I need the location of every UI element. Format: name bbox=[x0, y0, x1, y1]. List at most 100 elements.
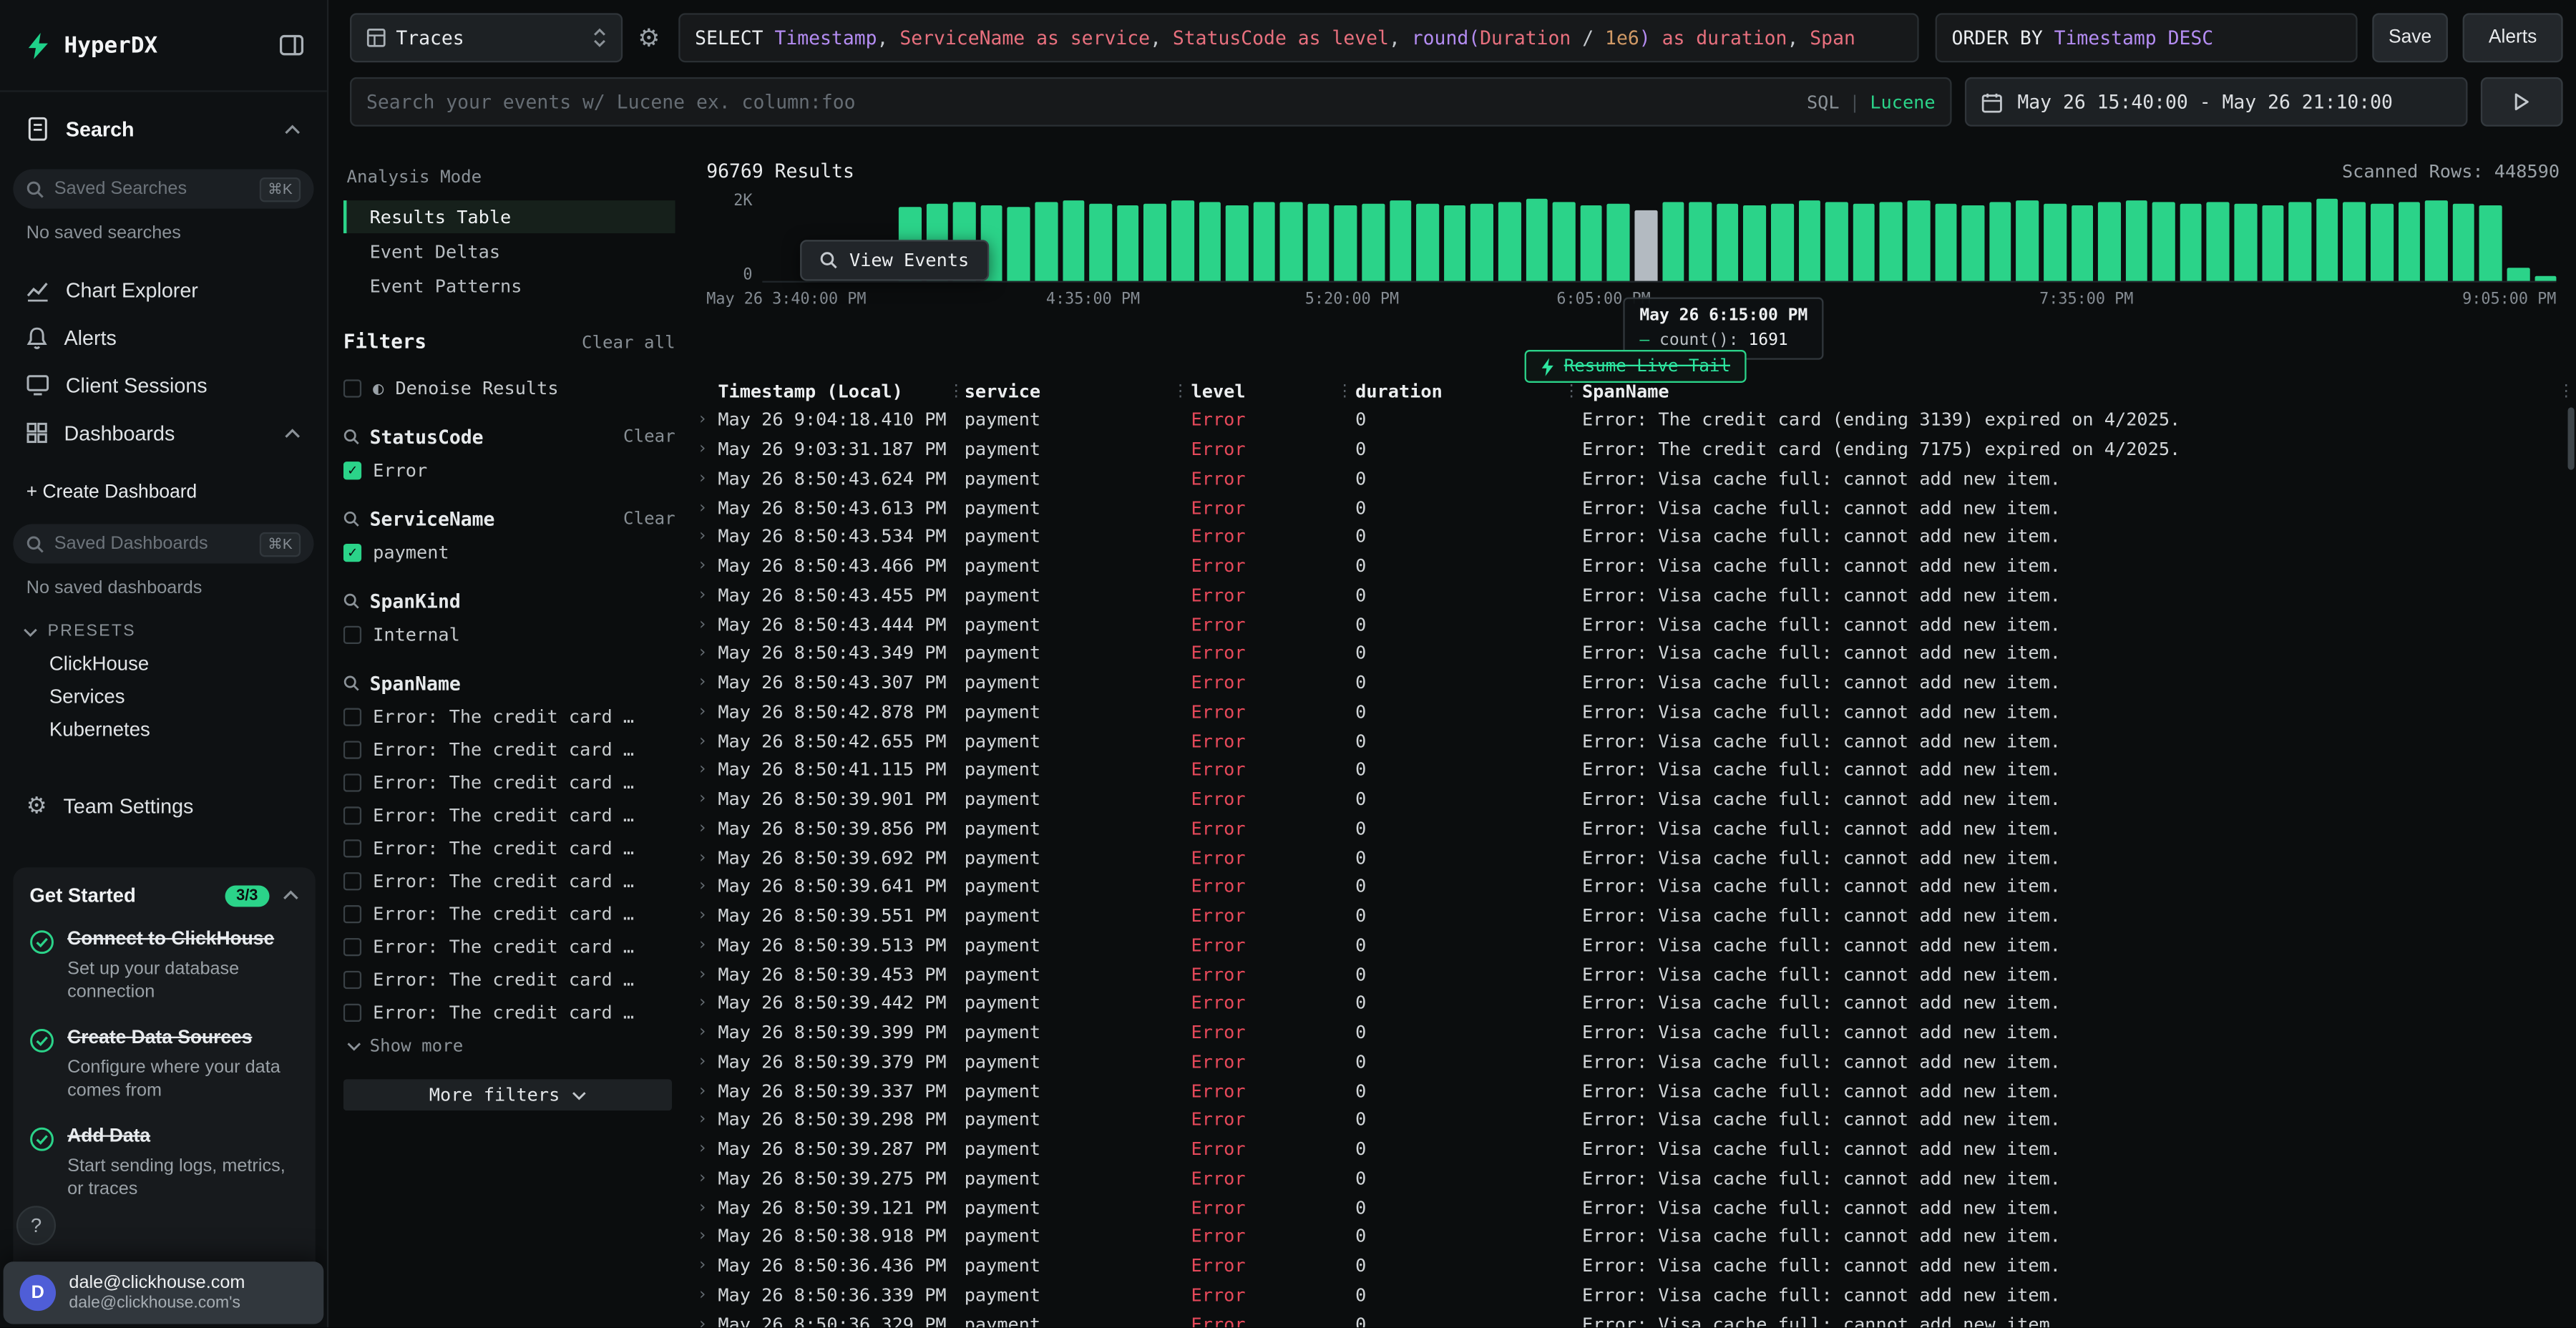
analysis-mode-tab[interactable]: Event Deltas bbox=[343, 235, 675, 268]
checkbox-icon[interactable] bbox=[343, 773, 361, 791]
row-expand-chevron-icon[interactable]: › bbox=[687, 441, 718, 459]
checkbox-icon[interactable] bbox=[343, 839, 361, 857]
histogram-bar[interactable] bbox=[2534, 276, 2557, 281]
checkbox-icon[interactable] bbox=[343, 905, 361, 923]
filter-option[interactable]: Error: The credit card … bbox=[343, 772, 675, 794]
histogram-bar[interactable] bbox=[1307, 204, 1330, 280]
histogram-bar[interactable] bbox=[2507, 268, 2529, 280]
row-expand-chevron-icon[interactable]: › bbox=[687, 703, 718, 721]
language-lucene-toggle[interactable]: Lucene bbox=[1870, 91, 1935, 112]
column-header-level[interactable]: level bbox=[1191, 381, 1335, 403]
row-expand-chevron-icon[interactable]: › bbox=[687, 965, 718, 983]
table-row[interactable]: ›May 26 8:50:41.115 PMpaymentError0Error… bbox=[687, 756, 2576, 785]
table-row[interactable]: ›May 26 9:03:31.187 PMpaymentError0Error… bbox=[687, 435, 2576, 464]
histogram-bar[interactable] bbox=[2452, 203, 2474, 280]
table-row[interactable]: ›May 26 8:50:43.307 PMpaymentError0Error… bbox=[687, 668, 2576, 698]
table-row[interactable]: ›May 26 8:50:42.655 PMpaymentError0Error… bbox=[687, 726, 2576, 756]
histogram-bar[interactable] bbox=[1498, 202, 1521, 281]
source-settings-gear-icon[interactable]: ⚙ bbox=[634, 23, 663, 52]
row-expand-chevron-icon[interactable]: › bbox=[687, 1053, 718, 1070]
histogram-bar[interactable] bbox=[1962, 205, 1984, 281]
histogram-bar[interactable] bbox=[1035, 202, 1057, 281]
row-expand-chevron-icon[interactable]: › bbox=[687, 849, 718, 866]
language-sql-toggle[interactable]: SQL bbox=[1807, 91, 1840, 112]
sidebar-collapse-icon[interactable] bbox=[279, 34, 303, 56]
filter-option[interactable]: ✓Error bbox=[343, 460, 675, 482]
filter-option[interactable]: Error: The credit card … bbox=[343, 1002, 675, 1024]
row-expand-chevron-icon[interactable]: › bbox=[687, 1141, 718, 1158]
column-header-duration[interactable]: duration bbox=[1355, 381, 1561, 403]
column-resize-handle[interactable]: ⋮ bbox=[948, 383, 965, 401]
histogram-bar[interactable] bbox=[2262, 205, 2284, 281]
source-select[interactable]: Traces bbox=[350, 13, 623, 62]
filter-option[interactable]: Error: The credit card … bbox=[343, 970, 675, 991]
histogram-bar[interactable] bbox=[1471, 204, 1493, 281]
histogram-bar[interactable] bbox=[2180, 204, 2202, 281]
row-expand-chevron-icon[interactable]: › bbox=[687, 907, 718, 925]
filter-option[interactable]: Error: The credit card … bbox=[343, 838, 675, 859]
saved-dashboards-input[interactable] bbox=[54, 534, 250, 554]
sidebar-item-search[interactable]: Search bbox=[0, 105, 327, 153]
column-header-timestamp[interactable]: Timestamp (Local) bbox=[718, 381, 947, 403]
analysis-mode-tab[interactable]: Event Patterns bbox=[343, 270, 675, 303]
table-row[interactable]: ›May 26 8:50:39.513 PMpaymentError0Error… bbox=[687, 931, 2576, 960]
table-row[interactable]: ›May 26 8:50:43.613 PMpaymentError0Error… bbox=[687, 493, 2576, 522]
histogram-plot[interactable] bbox=[762, 197, 2556, 283]
histogram-bar[interactable] bbox=[2044, 203, 2066, 280]
row-expand-chevron-icon[interactable]: › bbox=[687, 586, 718, 604]
checkbox-icon[interactable] bbox=[343, 971, 361, 989]
table-row[interactable]: ›May 26 8:50:43.349 PMpaymentError0Error… bbox=[687, 639, 2576, 668]
event-search-bar[interactable]: SQL | Lucene bbox=[350, 77, 1952, 127]
histogram-bar[interactable] bbox=[1062, 200, 1084, 281]
table-row[interactable]: ›May 26 9:04:18.410 PMpaymentError0Error… bbox=[687, 406, 2576, 435]
table-row[interactable]: ›May 26 8:50:43.444 PMpaymentError0Error… bbox=[687, 610, 2576, 639]
histogram-bar[interactable] bbox=[2371, 204, 2393, 280]
table-row[interactable]: ›May 26 8:50:39.337 PMpaymentError0Error… bbox=[687, 1076, 2576, 1105]
row-expand-chevron-icon[interactable]: › bbox=[687, 1257, 718, 1275]
table-row[interactable]: ›May 26 8:50:43.534 PMpaymentError0Error… bbox=[687, 522, 2576, 552]
table-row[interactable]: ›May 26 8:50:39.287 PMpaymentError0Error… bbox=[687, 1135, 2576, 1164]
histogram-bar[interactable] bbox=[1634, 210, 1657, 281]
chevron-up-icon[interactable] bbox=[283, 890, 299, 900]
filter-option[interactable]: Error: The credit card … bbox=[343, 871, 675, 892]
histogram-bar[interactable] bbox=[1853, 204, 1875, 280]
table-row[interactable]: ›May 26 8:50:43.455 PMpaymentError0Error… bbox=[687, 581, 2576, 610]
row-expand-chevron-icon[interactable]: › bbox=[687, 1228, 718, 1246]
table-row[interactable]: ›May 26 8:50:38.918 PMpaymentError0Error… bbox=[687, 1222, 2576, 1251]
filter-option[interactable]: ✓payment bbox=[343, 542, 675, 564]
histogram-bar[interactable] bbox=[2289, 202, 2311, 281]
help-button[interactable]: ? bbox=[16, 1206, 56, 1245]
row-expand-chevron-icon[interactable]: › bbox=[687, 469, 718, 487]
event-search-input[interactable] bbox=[366, 90, 1797, 113]
sql-query-editor[interactable]: SELECT Timestamp, ServiceName as service… bbox=[678, 13, 1918, 62]
row-expand-chevron-icon[interactable]: › bbox=[687, 615, 718, 633]
histogram-bar[interactable] bbox=[2207, 201, 2229, 280]
histogram-bar[interactable] bbox=[1199, 202, 1221, 281]
row-expand-chevron-icon[interactable]: › bbox=[687, 499, 718, 517]
filter-clear-link[interactable]: Clear bbox=[623, 509, 675, 529]
checkbox-icon[interactable] bbox=[343, 938, 361, 956]
saved-searches-input[interactable] bbox=[54, 179, 250, 199]
histogram-bar[interactable] bbox=[2125, 200, 2147, 281]
histogram-bar[interactable] bbox=[2479, 205, 2502, 280]
histogram-bar[interactable] bbox=[1171, 200, 1194, 281]
sidebar-item-dashboards[interactable]: Dashboards bbox=[0, 409, 327, 457]
get-started-item[interactable]: Add Data Start sending logs, metrics, or… bbox=[29, 1126, 299, 1203]
column-header-spanname[interactable]: SpanName bbox=[1582, 381, 2556, 403]
preset-item[interactable]: Kubernetes bbox=[0, 713, 327, 746]
histogram-bar[interactable] bbox=[2071, 205, 2093, 280]
table-row[interactable]: ›May 26 8:50:39.692 PMpaymentError0Error… bbox=[687, 843, 2576, 872]
filter-option[interactable]: Error: The credit card … bbox=[343, 739, 675, 761]
histogram-bar[interactable] bbox=[2316, 199, 2338, 280]
get-started-item[interactable]: Create Data Sources Configure where your… bbox=[29, 1027, 299, 1104]
row-expand-chevron-icon[interactable]: › bbox=[687, 1315, 718, 1327]
histogram-bar[interactable] bbox=[1907, 200, 1929, 281]
filter-option[interactable]: Error: The credit card … bbox=[343, 937, 675, 958]
histogram-bar[interactable] bbox=[1744, 206, 1766, 281]
table-row[interactable]: ›May 26 8:50:39.901 PMpaymentError0Error… bbox=[687, 785, 2576, 814]
histogram-bar[interactable] bbox=[1798, 201, 1820, 281]
table-row[interactable]: ›May 26 8:50:39.399 PMpaymentError0Error… bbox=[687, 1018, 2576, 1048]
scrollbar-thumb[interactable] bbox=[2568, 407, 2575, 469]
histogram-bar[interactable] bbox=[2016, 200, 2039, 280]
filter-option[interactable]: Error: The credit card … bbox=[343, 904, 675, 925]
